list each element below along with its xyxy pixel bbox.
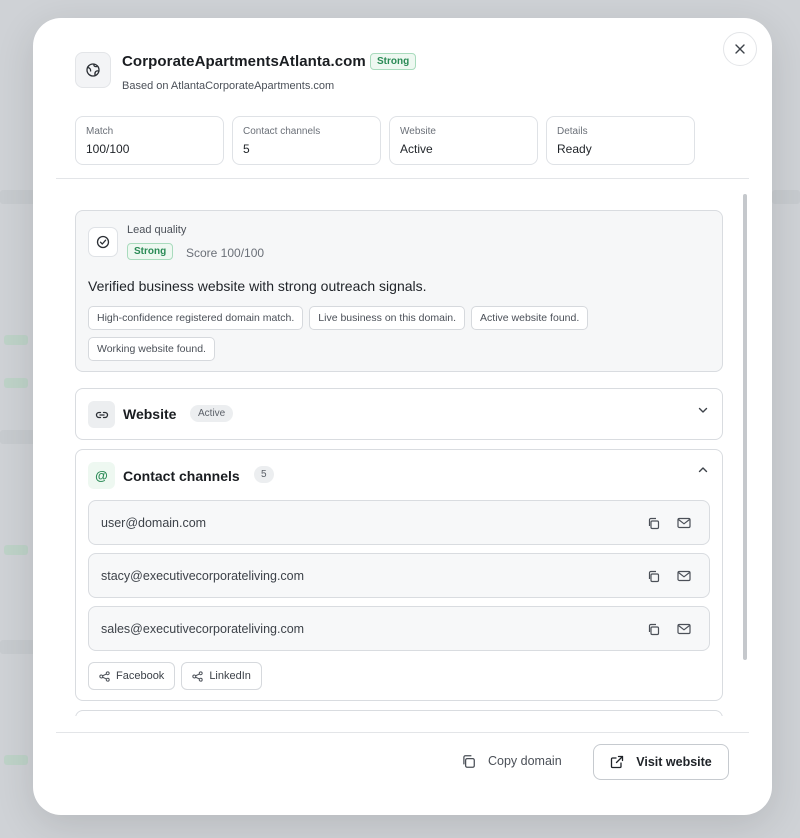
share-icon: [192, 670, 203, 682]
backdrop-row: [772, 190, 800, 204]
email-row: sales@executivecorporateliving.com: [88, 606, 710, 651]
copy-icon: [463, 754, 475, 768]
stat-value: 5: [243, 142, 250, 156]
stat-match: Match 100/100: [75, 116, 224, 165]
social-links: Facebook LinkedIn: [88, 662, 262, 690]
stats-row: Match 100/100 Contact channels 5 Website…: [75, 116, 695, 165]
copy-domain-label: Copy domain: [488, 754, 562, 768]
lead-quality-card: Lead quality Strong Score 100/100 Verifi…: [75, 210, 723, 372]
copy-icon[interactable]: [645, 621, 661, 637]
copy-domain-button[interactable]: Copy domain: [461, 745, 562, 777]
details-scroll-area[interactable]: Lead quality Strong Score 100/100 Verifi…: [75, 210, 723, 716]
stat-value: 100/100: [86, 142, 130, 156]
check-circle-icon: [88, 227, 118, 257]
backdrop-mark: [4, 545, 28, 555]
signal-chip: Active website found.: [471, 306, 589, 330]
mail-icon[interactable]: [676, 621, 692, 637]
stat-label: Website: [400, 126, 436, 137]
backdrop-mark: [4, 335, 28, 345]
link-icon: [88, 401, 115, 428]
stat-label: Details: [557, 126, 588, 137]
page-title: CorporateApartmentsAtlanta.com: [122, 53, 366, 70]
lead-score: Score 100/100: [186, 246, 265, 260]
globe-icon: [75, 52, 111, 88]
visit-website-button[interactable]: Visit website: [593, 744, 729, 780]
mail-icon[interactable]: [676, 515, 692, 531]
page-subtitle: Based on AtlantaCorporateApartments.com: [122, 80, 335, 92]
lead-summary: Verified business website with strong ou…: [88, 278, 427, 294]
next-section-card: [75, 710, 723, 716]
domain-details-modal: CorporateApartmentsAtlanta.com Strong Ba…: [33, 18, 772, 815]
email-row: user@domain.com: [88, 500, 710, 545]
visit-website-label: Visit website: [636, 755, 712, 769]
external-link-icon: [611, 755, 624, 769]
stat-contact-channels: Contact channels 5: [232, 116, 381, 165]
share-icon: [99, 670, 110, 682]
mail-icon[interactable]: [676, 568, 692, 584]
scrollbar-thumb[interactable]: [743, 194, 747, 660]
copy-icon[interactable]: [645, 515, 661, 531]
lead-quality-label: Lead quality: [127, 224, 187, 236]
footer-divider: [56, 732, 749, 733]
stat-label: Match: [86, 126, 114, 137]
stat-value: Ready: [557, 142, 592, 156]
email-address[interactable]: stacy@executivecorporateliving.com: [101, 569, 304, 583]
lead-quality-badge: Strong: [127, 243, 174, 260]
linkedin-button[interactable]: LinkedIn: [181, 662, 262, 690]
linkedin-label: LinkedIn: [209, 670, 251, 682]
facebook-label: Facebook: [116, 670, 165, 682]
stat-value: Active: [400, 142, 433, 156]
close-button[interactable]: [723, 32, 757, 66]
stat-website: Website Active: [389, 116, 538, 165]
backdrop-mark: [4, 755, 28, 765]
copy-icon[interactable]: [645, 568, 661, 584]
website-section-header[interactable]: Website Active: [75, 388, 723, 440]
facebook-button[interactable]: Facebook: [88, 662, 176, 690]
signal-chip: Live business on this domain.: [309, 306, 466, 330]
signal-chip: High-confidence registered domain match.: [88, 306, 304, 330]
email-address[interactable]: sales@executivecorporateliving.com: [101, 622, 304, 636]
website-status-badge: Active: [190, 405, 234, 422]
stat-details: Details Ready: [546, 116, 695, 165]
chevron-down-icon[interactable]: [696, 403, 710, 417]
status-badge: Strong: [370, 53, 417, 70]
header-divider: [56, 178, 749, 179]
email-row: stacy@executivecorporateliving.com: [88, 553, 710, 598]
chevron-up-icon[interactable]: [696, 463, 710, 477]
contacts-count-badge: 5: [254, 466, 274, 483]
website-section-title: Website: [123, 406, 177, 422]
signal-chip: Working website found.: [88, 337, 215, 361]
signal-chips: High-confidence registered domain match.…: [88, 306, 708, 361]
backdrop-mark: [4, 378, 28, 388]
contacts-section: @ Contact channels 5 user@domain.com sta…: [75, 449, 723, 701]
email-address[interactable]: user@domain.com: [101, 516, 206, 530]
stat-label: Contact channels: [243, 126, 321, 137]
close-icon[interactable]: [734, 43, 746, 55]
at-icon: @: [88, 462, 115, 489]
contacts-section-title: Contact channels: [123, 468, 240, 484]
